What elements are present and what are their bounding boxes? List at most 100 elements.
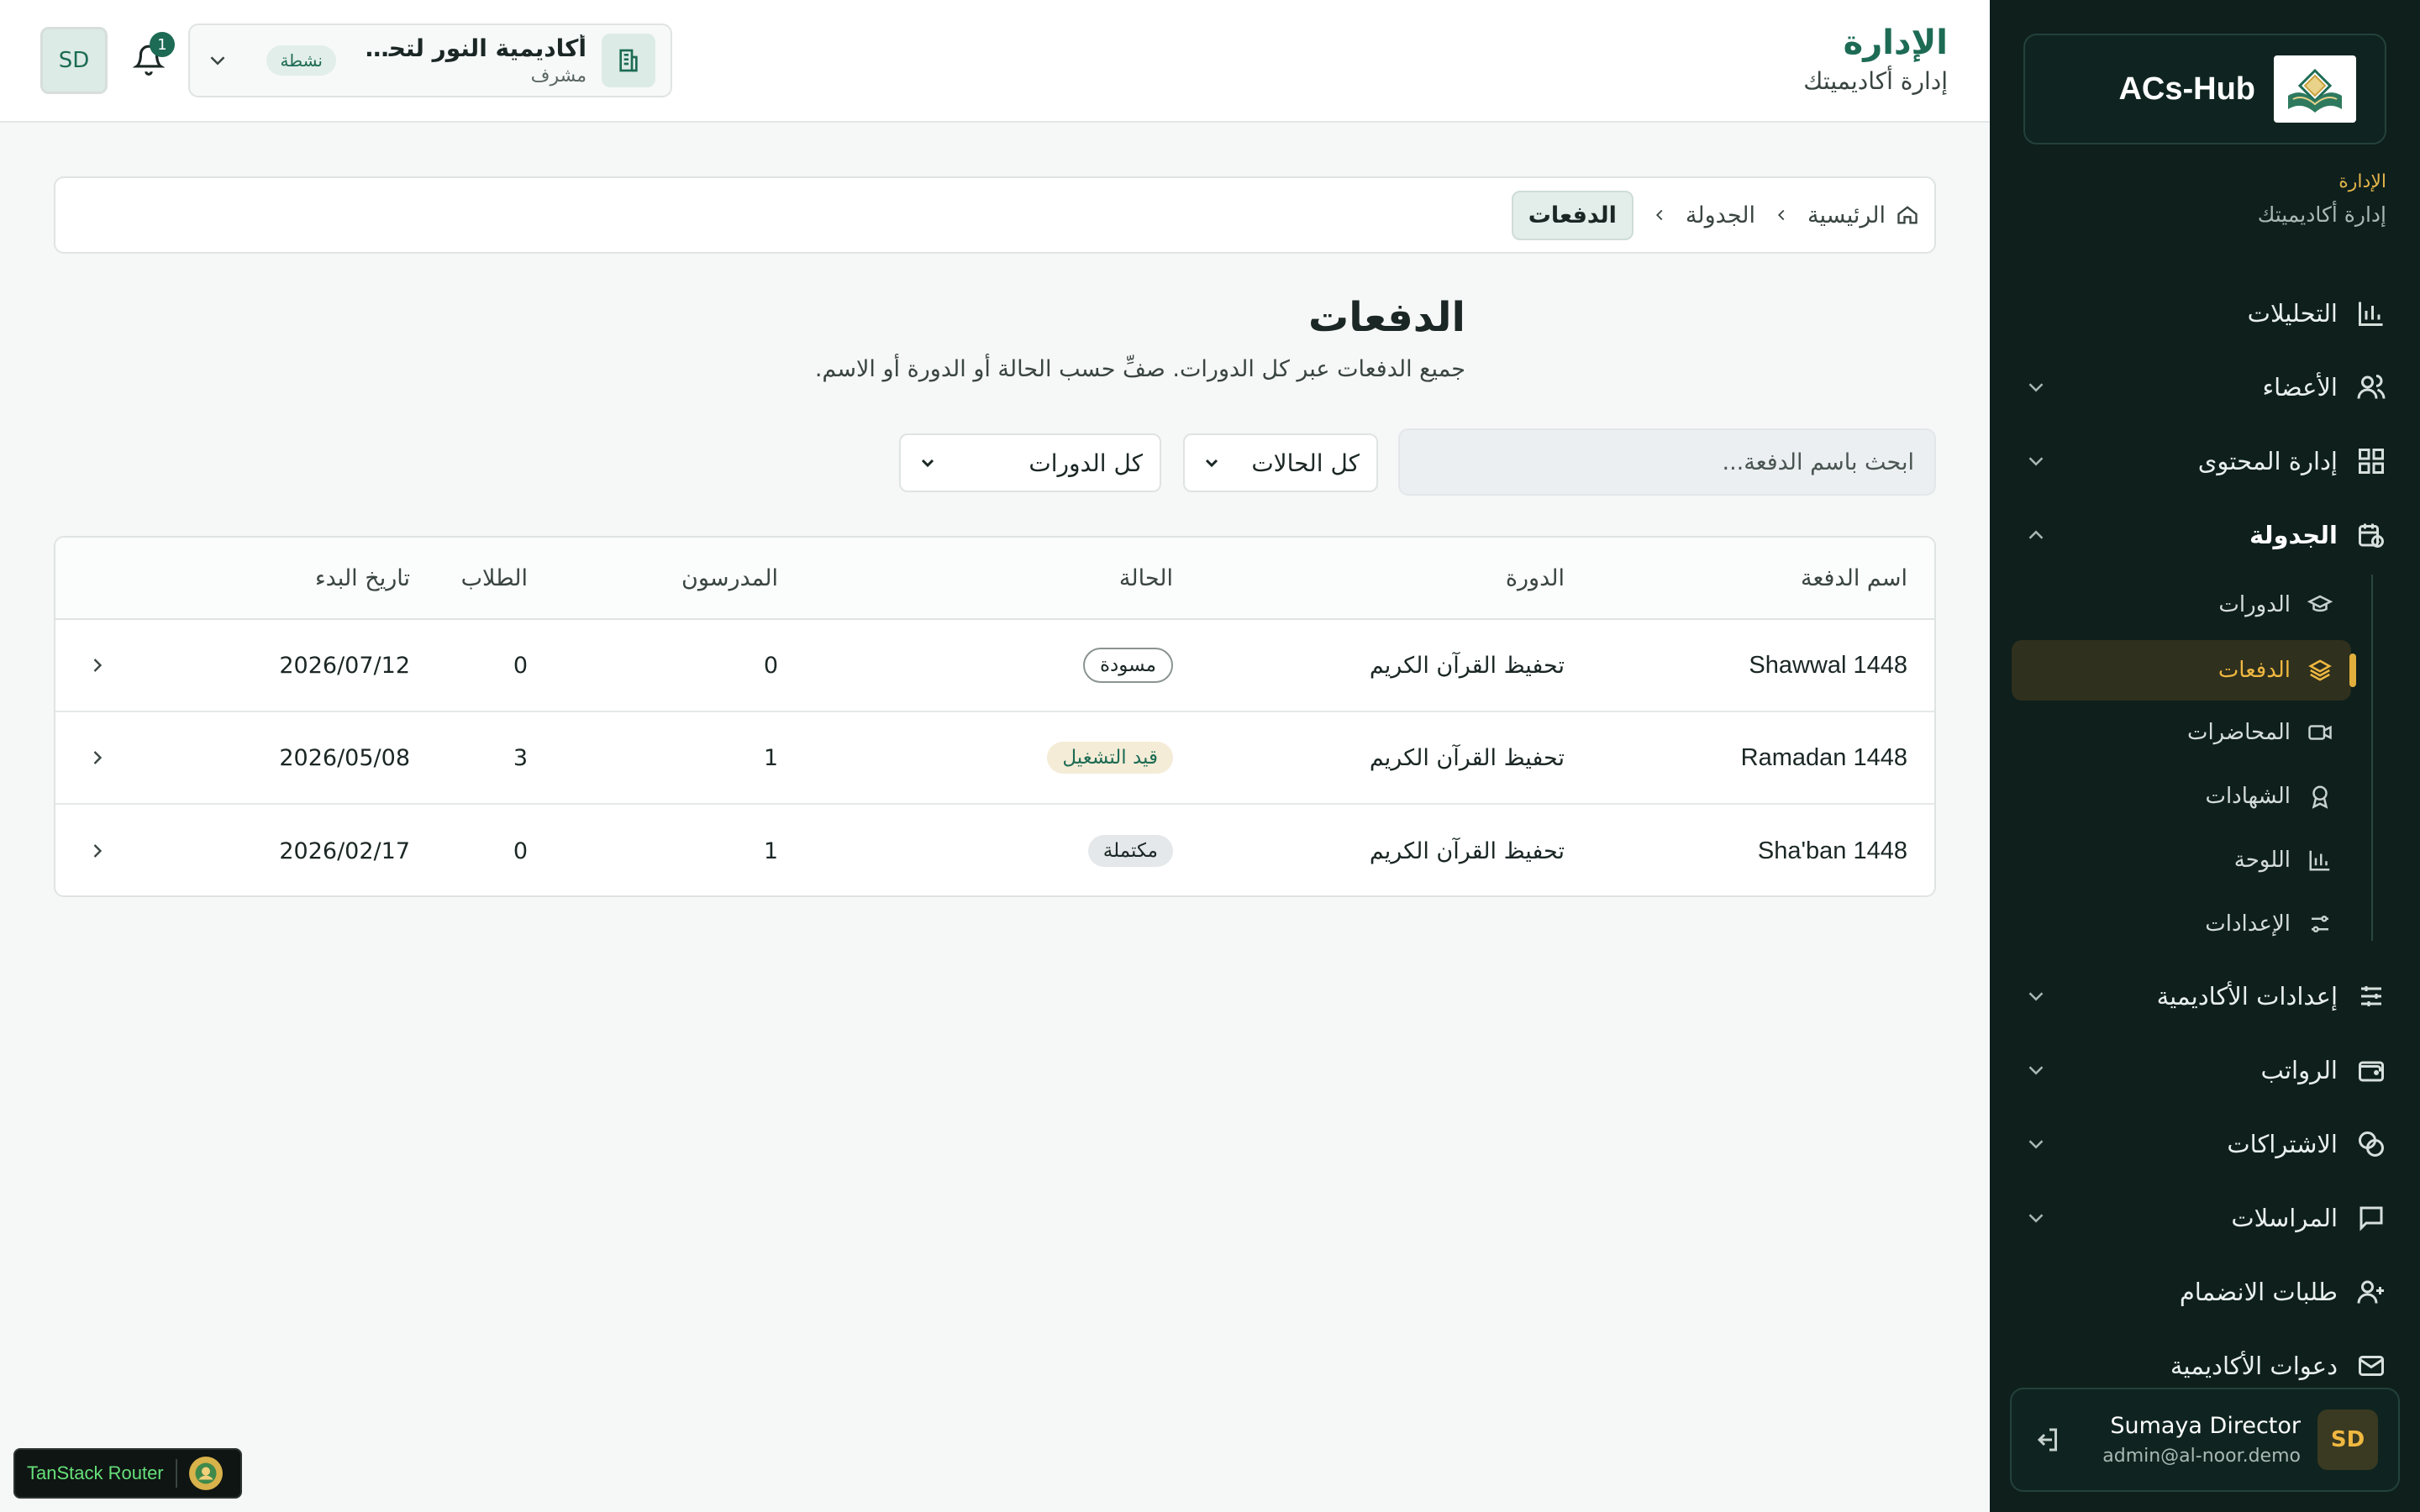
video-icon [2308,725,2332,740]
column-header-name[interactable]: اسم الدفعة [1801,538,1907,618]
cohort-name: Ramadan 1448 [1740,743,1907,771]
course-filter-value: كل الدورات [1028,449,1143,477]
sidebar-item-subscriptions[interactable]: الاشتراكات [2023,1114,2386,1174]
column-header-course[interactable]: الدورة [1506,538,1565,618]
brand-card[interactable]: ACs-Hub [2023,34,2386,144]
sidebar-subitem-certificates[interactable]: الشهادات [2081,770,2333,822]
column-header-students[interactable]: الطلاب [461,538,528,618]
breadcrumb-current: الدفعات [1511,190,1634,240]
breadcrumb-schedule[interactable]: الجدولة [1686,202,1755,228]
sidebar-item-label: طلبات الانضمام [2179,1278,2338,1306]
tanstack-router-devtools-button[interactable]: TanStack Router [13,1448,242,1499]
sidebar-item-salaries[interactable]: الرواتب [2023,1040,2386,1100]
cohort-teachers: 1 [763,744,778,771]
top-header: الإدارة إدارة أكاديميتك أكاديمية النور ل… [0,0,1990,123]
status-cell: قيد التشغيل [1047,712,1173,803]
academy-role: مشرف [530,66,587,87]
chevron-down-icon[interactable] [2023,1205,2049,1231]
status-badge: قيد التشغيل [1047,742,1173,774]
devtools-label: TanStack Router [27,1462,164,1483]
user-avatar-button[interactable]: SD [40,27,108,94]
sidebar: ACs-Hub الإدارة إدارة أكاديميتك التحليلا… [1990,0,2420,1512]
chevron-left-icon [1777,209,1785,221]
sidebar-subitem-board[interactable]: اللوحة [2081,834,2333,886]
row-open-button[interactable] [86,712,109,803]
cohort-start-date: 2026/05/08 [279,744,410,771]
sidebar-section-subtitle: إدارة أكاديميتك [2257,202,2386,227]
status-cell: مسودة [1082,620,1173,711]
cohort-start-date: 2026/02/17 [279,837,410,864]
sidebar-item-join-requests[interactable]: طلبات الانضمام [2023,1262,2386,1322]
row-open-button[interactable] [86,620,109,711]
column-header-teachers[interactable]: المدرسون [681,538,778,618]
chevron-up-icon[interactable] [2023,522,2049,548]
sidebar-item-label: التحليلات [2247,299,2338,328]
table-row[interactable]: Shawwal 1448 تحفيظ القرآن الكريم مسودة 0… [55,620,1934,712]
sidebar-item-label: الاشتراكات [2227,1130,2338,1158]
table-row[interactable]: Ramadan 1448 تحفيظ القرآن الكريم قيد الت… [55,712,1934,805]
chevron-down-icon[interactable] [2023,1058,2049,1083]
award-icon [2312,785,2328,809]
divider [175,1459,177,1488]
table-row[interactable]: Sha'ban 1448 تحفيظ القرآن الكريم مكتملة … [55,805,1934,895]
user-email: admin@al-noor.demo [2102,1446,2301,1467]
chevron-down-icon [1205,459,1218,468]
sidebar-item-label: الجدولة [2249,521,2338,549]
chevron-down-icon[interactable] [2023,375,2049,400]
layers-icon [2308,659,2332,681]
column-header-status[interactable]: الحالة [1119,538,1173,618]
chevron-down-icon[interactable] [2023,449,2049,474]
chevron-right-icon [93,751,103,764]
notification-count-badge: 1 [150,32,175,57]
sidebar-item-messages[interactable]: المراسلات [2023,1188,2386,1248]
sidebar-subitem-lectures[interactable]: المحاضرات [2081,706,2333,759]
status-filter-value: كل الحالات [1251,449,1360,477]
breadcrumb-home[interactable]: الرئيسية [1807,202,1919,228]
coins-icon [2359,1131,2384,1157]
sidebar-item-label: الأعضاء [2262,373,2338,402]
sidebar-item-members[interactable]: الأعضاء [2023,357,2386,417]
column-header-start-date[interactable]: تاريخ البدء [315,538,410,618]
status-filter-select[interactable]: كل الحالات [1183,433,1378,492]
row-open-button[interactable] [86,805,109,895]
building-icon [602,34,655,87]
chevron-down-icon[interactable] [2023,1131,2049,1157]
sliders-icon [2361,986,2381,1006]
sidebar-item-content[interactable]: إدارة المحتوى [2023,431,2386,491]
search-input[interactable] [1398,428,1936,496]
chevron-right-icon [93,844,103,858]
users-icon [2357,375,2386,399]
user-card[interactable]: SD Sumaya Director admin@al-noor.demo [2010,1388,2400,1492]
academy-info: أكاديمية النور لتحفيظ ا... مشرف [351,34,587,87]
grid-icon [2359,449,2384,474]
mail-icon [2359,1356,2384,1376]
sidebar-subitem-courses[interactable]: الدورات [2081,579,2333,631]
logout-icon[interactable] [2032,1425,2062,1455]
settings-sliders-icon [2312,916,2328,932]
page-title: الدفعات [1308,294,1465,341]
chevron-down-icon[interactable] [2023,984,2049,1009]
message-icon [2360,1206,2383,1231]
chevron-right-icon [93,659,103,672]
sidebar-subitem-label: المحاضرات [2186,720,2291,745]
chart-icon [2309,850,2330,871]
cohort-start-date: 2026/07/12 [279,652,410,679]
sidebar-item-academy-settings[interactable]: إعدادات الأكاديمية [2023,966,2386,1026]
sidebar-subitem-label: اللوحة [2233,848,2291,873]
sidebar-item-analytics[interactable]: التحليلات [2023,283,2386,344]
sidebar-item-schedule[interactable]: الجدولة [2023,505,2386,565]
chevron-down-icon [210,56,225,66]
sidebar-item-label: إعدادات الأكاديمية [2156,982,2338,1011]
cohort-name: Sha'ban 1448 [1757,837,1907,864]
cohort-course: تحفيظ القرآن الكريم [1369,837,1565,864]
sidebar-subitem-cohorts[interactable]: الدفعات [2081,644,2333,696]
brand-name: ACs-Hub [2118,71,2255,107]
sidebar-subitem-settings[interactable]: الإعدادات [2081,898,2333,950]
academy-switcher[interactable]: أكاديمية النور لتحفيظ ا... مشرف نشطة [188,24,672,97]
cohort-course: تحفيظ القرآن الكريم [1369,744,1565,771]
cohort-students: 0 [513,652,528,679]
sidebar-subitem-label: الشهادات [2205,784,2291,809]
wallet-icon [2359,1061,2384,1082]
academy-name: أكاديمية النور لتحفيظ ا... [351,34,587,62]
course-filter-select[interactable]: كل الدورات [899,433,1161,492]
